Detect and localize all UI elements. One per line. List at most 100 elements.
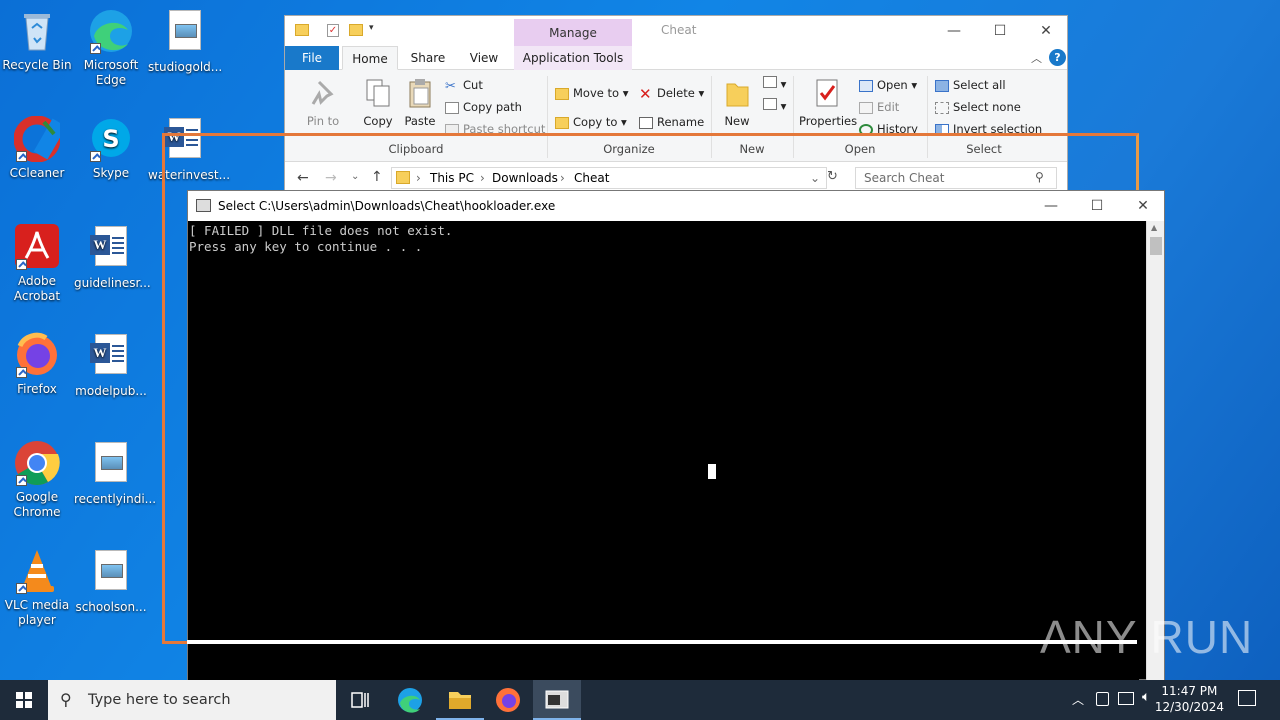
- select-none-icon: [935, 101, 949, 114]
- task-view-button[interactable]: [336, 680, 384, 720]
- cut-button[interactable]: ✂ Cut: [445, 78, 483, 93]
- up-arrow-icon[interactable]: ↑: [371, 169, 383, 185]
- console-minimize-button[interactable]: —: [1028, 191, 1074, 221]
- select-all-button[interactable]: Select all: [935, 78, 1006, 92]
- tab-file[interactable]: File: [285, 46, 339, 70]
- paste-button[interactable]: Paste: [403, 74, 437, 128]
- desktop-icon-label: schoolson...: [75, 600, 147, 614]
- close-button[interactable]: ✕: [1023, 16, 1069, 46]
- new-folder-quick-icon[interactable]: [349, 24, 363, 36]
- open-button[interactable]: Open ▾: [859, 78, 917, 92]
- copy-icon: [364, 78, 392, 108]
- desktop-icon-firefox[interactable]: Firefox: [0, 332, 74, 397]
- group-open: Open: [844, 142, 876, 156]
- console-output[interactable]: [ FAILED ] DLL file does not exist. Press…: [188, 221, 1139, 681]
- pin-to-quick-access-button[interactable]: Pin to Quick access: [291, 74, 355, 128]
- image-file-icon: [88, 550, 134, 596]
- delete-button[interactable]: ✕ Delete ▾: [639, 86, 704, 101]
- taskbar-edge[interactable]: [386, 680, 434, 720]
- desktop-icon-modelpub[interactable]: W modelpub...: [74, 332, 148, 399]
- recent-locations-icon[interactable]: ⌄: [351, 171, 359, 182]
- new-folder-button[interactable]: New folder: [717, 74, 757, 128]
- desktop-icon-waterinvest[interactable]: W waterinvest...: [148, 116, 230, 183]
- help-icon[interactable]: ?: [1049, 49, 1066, 66]
- network-icon[interactable]: [1118, 692, 1134, 705]
- collapse-ribbon-icon[interactable]: ︿: [1031, 50, 1042, 66]
- recycle-bin-icon: [14, 8, 60, 54]
- customize-quick-access-icon[interactable]: ▾: [369, 23, 374, 33]
- forward-arrow-icon[interactable]: →: [325, 170, 337, 186]
- copy-path-icon: [445, 101, 459, 114]
- breadcrumb-downloads[interactable]: Downloads: [492, 168, 558, 188]
- tab-home[interactable]: Home: [342, 46, 398, 70]
- scroll-up-icon[interactable]: ▲: [1151, 223, 1157, 232]
- file-explorer-window[interactable]: ✓ ▾ Manage Cheat — ☐ ✕ File Home Share V…: [284, 15, 1068, 195]
- volume-icon[interactable]: 🔈︎: [1142, 689, 1150, 705]
- word-doc-icon: W: [162, 118, 208, 164]
- image-file-icon: [162, 10, 208, 56]
- move-to-icon: [555, 87, 569, 100]
- select-none-button[interactable]: Select none: [935, 100, 1021, 114]
- desktop-icon-label: Skype: [92, 166, 130, 180]
- desktop-icon-google-chrome[interactable]: Google Chrome: [0, 440, 74, 520]
- tab-share[interactable]: Share: [403, 46, 453, 70]
- tab-application-tools[interactable]: Application Tools: [514, 46, 632, 70]
- search-icon: ⚲: [60, 690, 72, 709]
- window-title: Cheat: [661, 23, 697, 37]
- chevron-down-icon[interactable]: ⌄: [810, 168, 820, 188]
- copy-to-icon: [555, 116, 569, 129]
- copy-to-button[interactable]: Copy to ▾: [555, 115, 627, 129]
- notification-icon[interactable]: [1238, 690, 1256, 706]
- properties-button[interactable]: Properties: [799, 74, 857, 128]
- select-all-label: Select all: [953, 78, 1006, 92]
- console-close-button[interactable]: ✕: [1120, 191, 1166, 221]
- tab-view[interactable]: View: [459, 46, 509, 70]
- edit-button[interactable]: Edit: [859, 100, 899, 114]
- refresh-icon[interactable]: ↻: [827, 169, 838, 184]
- minimize-button[interactable]: —: [931, 16, 977, 46]
- copy-path-button[interactable]: Copy path: [445, 100, 522, 114]
- edge-icon: [398, 688, 422, 713]
- desktop-icon-label: waterinvest...: [148, 168, 231, 182]
- desktop-icon-guidelinesr[interactable]: W guidelinesr...: [74, 224, 151, 291]
- taskbar-file-explorer[interactable]: [436, 680, 484, 720]
- scrollbar-thumb[interactable]: [1150, 237, 1162, 255]
- start-button[interactable]: [0, 680, 48, 720]
- rename-button[interactable]: Rename: [639, 115, 704, 129]
- console-window[interactable]: Select C:\Users\admin\Downloads\Cheat\ho…: [187, 190, 1165, 681]
- desktop-icon-vlc[interactable]: VLC media player: [0, 548, 74, 628]
- new-item-button[interactable]: ▾: [763, 76, 786, 91]
- desktop-icon-ccleaner[interactable]: CCleaner: [0, 115, 74, 181]
- desktop-icon-recentlyindi[interactable]: recentlyindi...: [74, 440, 156, 507]
- chevron-right-icon: ›: [480, 171, 485, 185]
- taskbar-firefox[interactable]: [484, 680, 532, 720]
- chevron-up-icon[interactable]: ︿: [1072, 691, 1084, 708]
- desktop-icon-studiogold[interactable]: studiogold...: [148, 8, 222, 75]
- taskbar-console[interactable]: [533, 680, 581, 720]
- breadcrumb-this-pc[interactable]: This PC: [430, 168, 474, 188]
- easy-access-button[interactable]: ▾: [763, 98, 786, 113]
- properties-quick-icon[interactable]: ✓: [327, 24, 339, 37]
- console-maximize-button[interactable]: ☐: [1074, 191, 1120, 221]
- taskbar-clock[interactable]: 11:47 PM 12/30/2024: [1155, 683, 1224, 715]
- explorer-title-bar[interactable]: ✓ ▾ Manage Cheat — ☐ ✕: [285, 16, 1067, 46]
- address-bar[interactable]: › This PC › Downloads › Cheat ⌄: [391, 167, 827, 189]
- breadcrumb-cheat[interactable]: Cheat: [574, 168, 609, 188]
- usb-icon[interactable]: [1096, 692, 1109, 706]
- folder-icon: [396, 171, 410, 184]
- search-input[interactable]: Search Cheat: [855, 167, 1057, 189]
- back-arrow-icon[interactable]: ←: [297, 170, 309, 186]
- desktop-icon-schoolson[interactable]: schoolson...: [74, 548, 148, 615]
- desktop-icon-skype[interactable]: S Skype: [74, 116, 148, 181]
- pin-icon: [309, 78, 337, 108]
- move-to-button[interactable]: Move to ▾: [555, 86, 628, 100]
- desktop-icon-recycle-bin[interactable]: Recycle Bin: [0, 8, 74, 73]
- taskbar-search-input[interactable]: ⚲ Type here to search: [48, 680, 336, 720]
- desktop-icon-microsoft-edge[interactable]: Microsoft Edge: [74, 8, 148, 88]
- copy-button[interactable]: Copy: [361, 74, 395, 128]
- maximize-button[interactable]: ☐: [977, 16, 1023, 46]
- console-title: Select C:\Users\admin\Downloads\Cheat\ho…: [218, 199, 556, 213]
- desktop-icon-label: VLC media player: [4, 598, 70, 627]
- console-title-bar[interactable]: Select C:\Users\admin\Downloads\Cheat\ho…: [188, 191, 1164, 221]
- desktop-icon-adobe-acrobat[interactable]: Adobe Acrobat: [0, 224, 74, 304]
